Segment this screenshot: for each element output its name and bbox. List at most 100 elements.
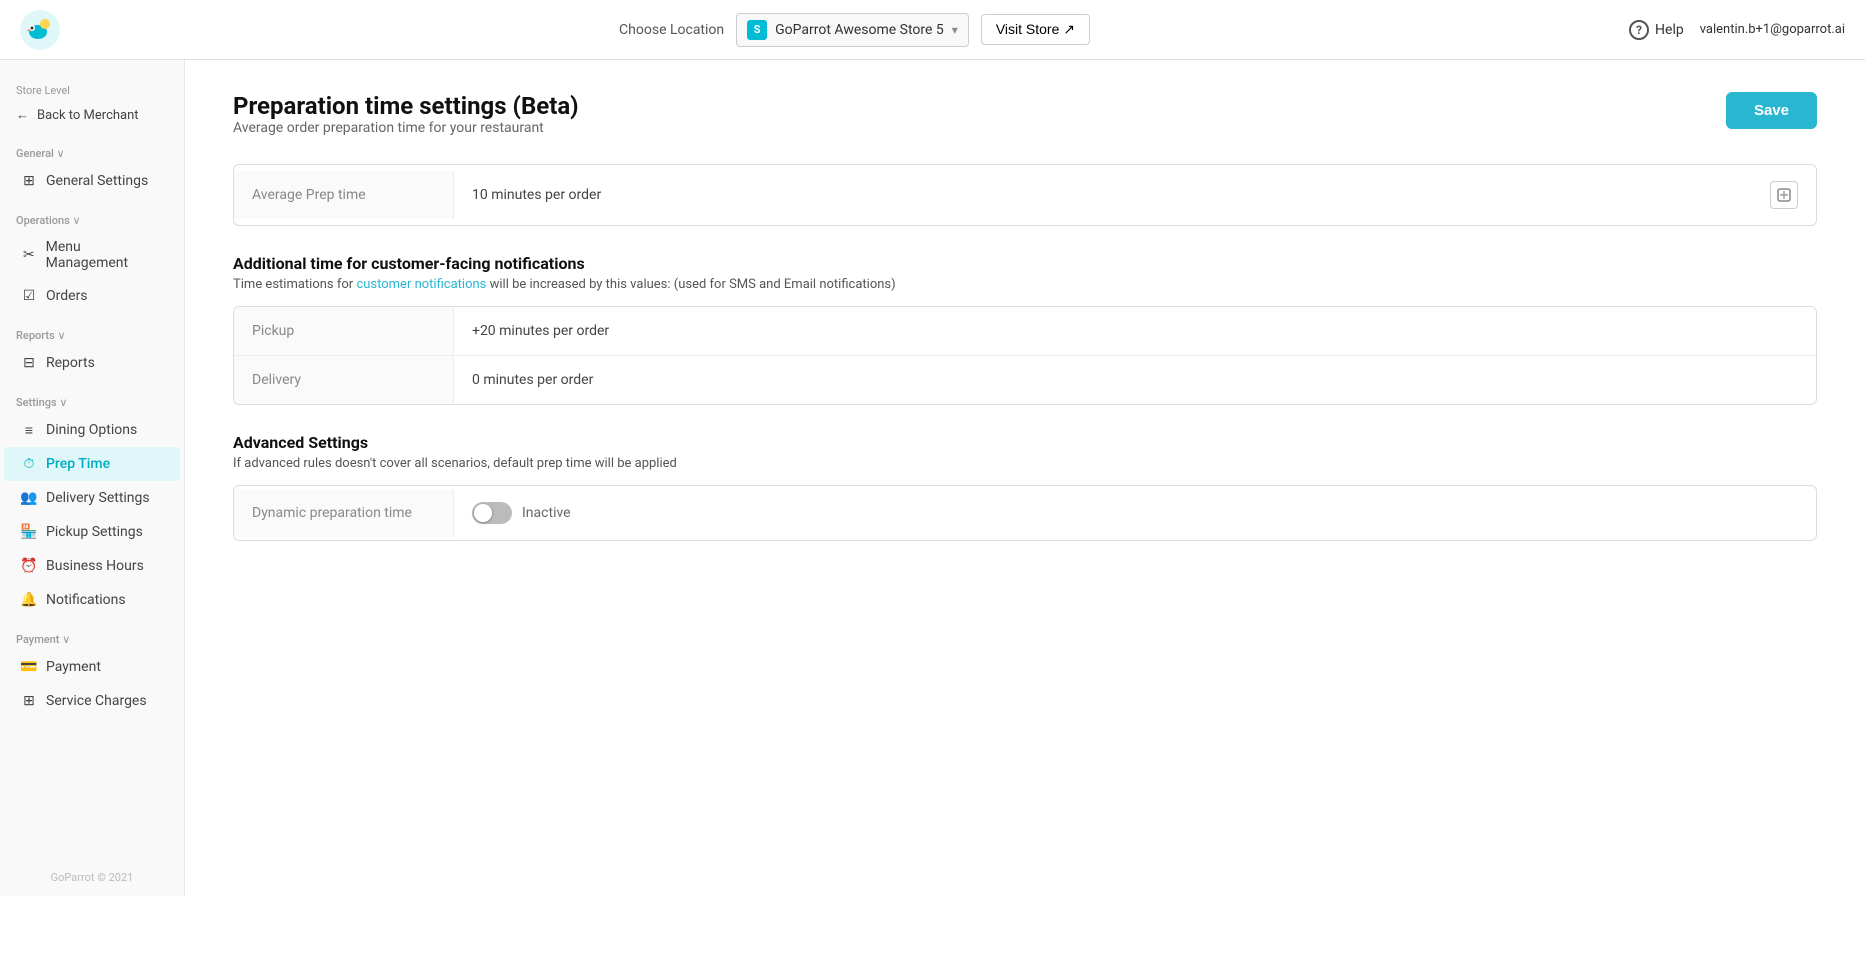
sidebar-footer: GoParrot © 2021 xyxy=(0,871,184,884)
user-email: valentin.b+1@goparrot.ai xyxy=(1700,22,1845,37)
section-desc-plain: Time estimations for xyxy=(233,277,356,292)
sidebar-item-payment[interactable]: 💳 Payment xyxy=(4,650,180,684)
alarm-icon: ⏰ xyxy=(20,557,38,575)
sidebar-item-business-hours[interactable]: ⏰ Business Hours xyxy=(4,549,180,583)
notifications-label: Notifications xyxy=(46,592,126,608)
reports-section-label: Reports ∨ xyxy=(0,321,184,346)
notifications-section: Additional time for customer-facing noti… xyxy=(233,254,1817,405)
advanced-card: Dynamic preparation time Inactive xyxy=(233,485,1817,541)
clock-icon: ⏱ xyxy=(20,455,38,473)
checkbox-icon: ☑ xyxy=(20,287,38,305)
general-section-label: General ∨ xyxy=(0,139,184,164)
help-circle-icon: ? xyxy=(1629,20,1649,40)
header-right: ? Help valentin.b+1@goparrot.ai xyxy=(1629,20,1845,40)
back-to-merchant-item[interactable]: ← Back to Merchant xyxy=(0,99,184,131)
pickup-icon: 🏪 xyxy=(20,523,38,541)
pickup-value-text: +20 minutes per order xyxy=(472,323,609,339)
delivery-value-text: 0 minutes per order xyxy=(472,372,593,388)
main-content: Preparation time settings (Beta) Average… xyxy=(185,60,1865,896)
average-prep-label: Average Prep time xyxy=(234,171,454,219)
service-charges-icon: ⊞ xyxy=(20,692,38,710)
scissors-icon: ✂ xyxy=(20,246,38,264)
payment-section-label: Payment ∨ xyxy=(0,625,184,650)
page-title: Preparation time settings (Beta) xyxy=(233,92,579,120)
location-name: GoParrot Awesome Store 5 xyxy=(775,22,944,38)
save-button[interactable]: Save xyxy=(1726,92,1817,129)
header-center: Choose Location S GoParrot Awesome Store… xyxy=(80,13,1629,47)
list-icon: ≡ xyxy=(20,421,38,439)
notifications-section-desc: Time estimations for customer notificati… xyxy=(233,277,1817,292)
delivery-row: Delivery 0 minutes per order xyxy=(234,356,1816,404)
customer-notifications-link[interactable]: customer notifications xyxy=(356,277,486,292)
sidebar-item-dining-options[interactable]: ≡ Dining Options xyxy=(4,413,180,447)
notifications-section-title: Additional time for customer-facing noti… xyxy=(233,254,1817,273)
toggle-status: Inactive xyxy=(522,505,571,521)
pickup-row: Pickup +20 minutes per order xyxy=(234,307,1816,356)
advanced-section-title: Advanced Settings xyxy=(233,433,1817,452)
choose-location-label: Choose Location xyxy=(619,22,724,38)
notifications-card: Pickup +20 minutes per order Delivery 0 … xyxy=(233,306,1817,405)
advanced-section-desc: If advanced rules doesn't cover all scen… xyxy=(233,456,1817,471)
payment-icon: 💳 xyxy=(20,658,38,676)
pickup-label: Pickup xyxy=(234,307,454,355)
sidebar-item-general-settings[interactable]: ⊞ General Settings xyxy=(4,164,180,198)
chevron-down-icon: ▾ xyxy=(952,23,958,37)
pickup-value: +20 minutes per order xyxy=(454,307,1816,355)
business-hours-label: Business Hours xyxy=(46,558,144,574)
visit-store-button[interactable]: Visit Store ↗ xyxy=(981,14,1090,45)
help-button[interactable]: ? Help xyxy=(1629,20,1684,40)
sidebar-item-prep-time[interactable]: ⏱ Prep Time xyxy=(4,447,180,481)
page-header: Preparation time settings (Beta) Average… xyxy=(233,92,1817,156)
section-desc-rest: will be increased by this values: (used … xyxy=(486,277,895,292)
sidebar-item-reports[interactable]: ⊟ Reports xyxy=(4,346,180,380)
dynamic-prep-label: Dynamic preparation time xyxy=(234,489,454,537)
help-label: Help xyxy=(1655,22,1684,38)
sidebar-item-menu-management[interactable]: ✂ Menu Management xyxy=(4,231,180,279)
prep-time-label: Prep Time xyxy=(46,456,110,472)
back-to-merchant-label: Back to Merchant xyxy=(37,108,139,123)
service-charges-label: Service Charges xyxy=(46,693,147,709)
average-prep-card: Average Prep time 10 minutes per order xyxy=(233,164,1817,226)
edit-icon[interactable] xyxy=(1770,181,1798,209)
operations-section-label: Operations ∨ xyxy=(0,206,184,231)
sidebar-item-service-charges[interactable]: ⊞ Service Charges xyxy=(4,684,180,718)
delivery-icon: 👥 xyxy=(20,489,38,507)
average-prep-value-text: 10 minutes per order xyxy=(472,187,601,203)
store-level-label: Store Level xyxy=(0,76,184,99)
top-header: Choose Location S GoParrot Awesome Store… xyxy=(0,0,1865,60)
delivery-label: Delivery xyxy=(234,356,454,404)
page-title-group: Preparation time settings (Beta) Average… xyxy=(233,92,579,156)
sidebar-item-delivery-settings[interactable]: 👥 Delivery Settings xyxy=(4,481,180,515)
sidebar: Store Level ← Back to Merchant General ∨… xyxy=(0,60,185,896)
location-select[interactable]: S GoParrot Awesome Store 5 ▾ xyxy=(736,13,969,47)
arrow-left-icon: ← xyxy=(16,107,29,123)
toggle-wrap: Inactive xyxy=(472,502,571,524)
pickup-settings-label: Pickup Settings xyxy=(46,524,143,540)
menu-management-label: Menu Management xyxy=(46,239,164,271)
general-settings-label: General Settings xyxy=(46,173,148,189)
orders-label: Orders xyxy=(46,288,88,304)
dynamic-prep-value: Inactive xyxy=(454,486,1816,540)
advanced-section: Advanced Settings If advanced rules does… xyxy=(233,433,1817,541)
payment-label: Payment xyxy=(46,659,101,675)
delivery-settings-label: Delivery Settings xyxy=(46,490,150,506)
delivery-value: 0 minutes per order xyxy=(454,356,1816,404)
grid-icon: ⊞ xyxy=(20,172,38,190)
location-icon: S xyxy=(747,20,767,40)
average-prep-row: Average Prep time 10 minutes per order xyxy=(234,165,1816,225)
app-body: Store Level ← Back to Merchant General ∨… xyxy=(0,60,1865,896)
table-icon: ⊟ xyxy=(20,354,38,372)
dynamic-prep-row: Dynamic preparation time Inactive xyxy=(234,486,1816,540)
dynamic-prep-toggle[interactable] xyxy=(472,502,512,524)
average-prep-value: 10 minutes per order xyxy=(454,165,1816,225)
sidebar-item-orders[interactable]: ☑ Orders xyxy=(4,279,180,313)
reports-label: Reports xyxy=(46,355,95,371)
dining-options-label: Dining Options xyxy=(46,422,137,438)
sidebar-item-pickup-settings[interactable]: 🏪 Pickup Settings xyxy=(4,515,180,549)
sidebar-item-notifications[interactable]: 🔔 Notifications xyxy=(4,583,180,617)
toggle-knob xyxy=(474,504,492,522)
settings-section-label: Settings ∨ xyxy=(0,388,184,413)
bell-icon: 🔔 xyxy=(20,591,38,609)
page-subtitle: Average order preparation time for your … xyxy=(233,120,579,136)
logo xyxy=(20,10,60,50)
